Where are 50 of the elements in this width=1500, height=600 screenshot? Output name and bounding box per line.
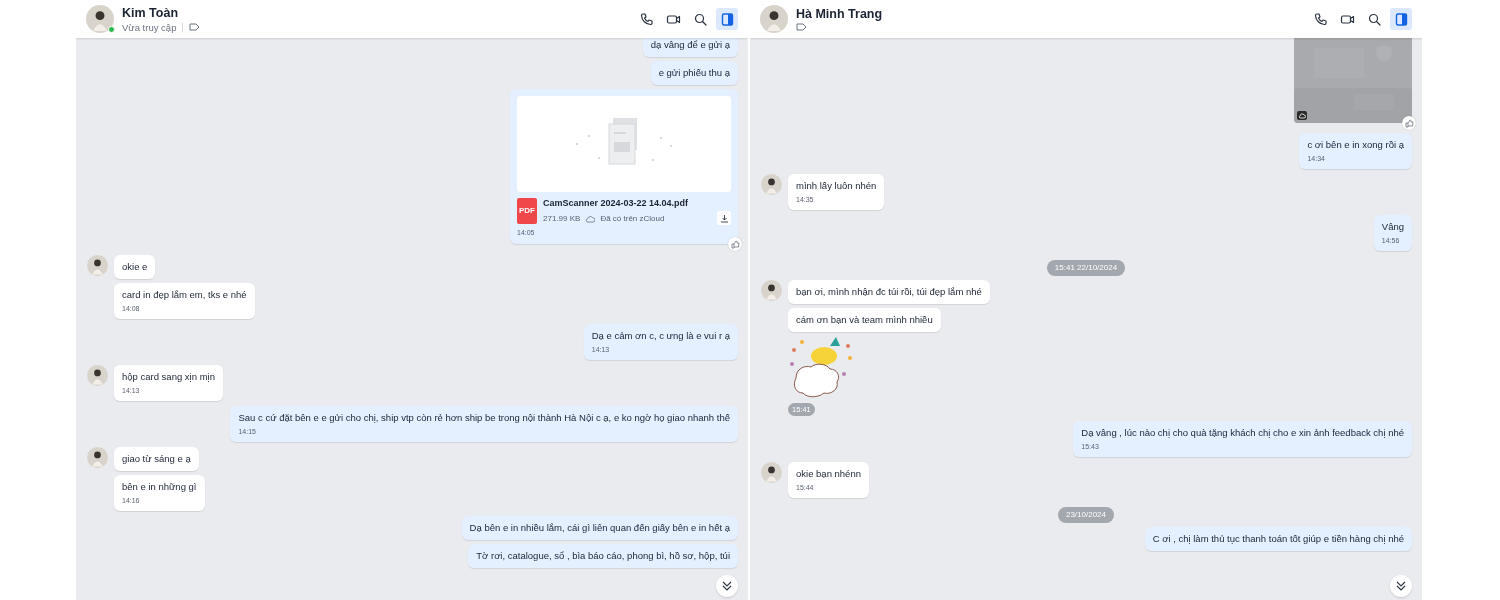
thumbs-up-icon <box>730 239 740 249</box>
tag-icon <box>796 23 807 31</box>
message-text: mình lấy luôn nhén <box>796 180 877 192</box>
phone-icon <box>1312 11 1328 27</box>
message-text: Dạ bên e in nhiều lắm, cái gì liên quan đến giấy bên e in hết ạ <box>469 522 730 534</box>
sidebar-toggle-icon <box>719 11 735 27</box>
message-text: C ơi , chị làm thủ tục thanh toán tốt giúp e tiền hàng chị nhé <box>1152 533 1404 545</box>
avatar <box>86 5 114 33</box>
message-text: e gửi phiếu thu ạ <box>658 67 730 79</box>
last-seen-status: Vừa truy cập <box>122 21 177 33</box>
message-text: Tờ rơi, catalogue, sổ , bìa báo cáo, phong bì, hồ sơ, hộp, túi <box>476 550 730 562</box>
message-text: bạn ơi, mình nhận đc túi rồi, túi đẹp lắm nhé <box>796 286 982 298</box>
cloud-icon <box>1297 111 1307 120</box>
contact-name: Kim Toàn <box>122 5 180 20</box>
message-text: card in đẹp lắm em, tks e nhé <box>122 289 247 301</box>
thumbs-up-icon <box>1404 118 1414 128</box>
message-text: dạ vâng để e gửi ạ <box>650 39 730 51</box>
phone-icon <box>638 11 654 27</box>
message-text: giao từ sáng e ạ <box>122 453 191 465</box>
message-text: okie bạn nhénn <box>796 468 861 480</box>
date-separator: 23/10/2024 <box>1057 507 1114 523</box>
message-text: okie e <box>122 261 148 273</box>
download-button[interactable] <box>717 211 731 225</box>
double-chevron-down-icon <box>721 580 733 592</box>
storage-status: Đã có trên zCloud <box>600 213 665 225</box>
reaction-button[interactable] <box>1402 116 1416 130</box>
sidebar-toggle-button[interactable] <box>716 8 738 30</box>
message-text: Vâng <box>1381 221 1404 233</box>
search-icon <box>692 11 708 27</box>
double-chevron-down-icon <box>1395 580 1407 592</box>
sidebar-toggle-button[interactable] <box>1390 8 1412 30</box>
date-separator: 15:41 22/10/2024 <box>1046 260 1126 276</box>
file-type-icon: PDF <box>517 198 537 224</box>
message-text: c ơi bên e in xong rồi ạ <box>1307 139 1404 151</box>
message-text: Dạ vâng , lúc nào chị cho quà tặng khách chị cho e xin ảnh feedback chị nhé <box>1081 427 1404 439</box>
message-text: Sau c cứ đặt bên e e gửi cho chị, ship vtp còn rẻ hơn ship be trong nội thành Hà Nội c ạ, e ko ngờ họ giao nhanh thế <box>238 412 730 424</box>
search-icon <box>1366 11 1382 27</box>
tag-icon <box>189 23 201 31</box>
scroll-down-button[interactable] <box>716 575 738 597</box>
contact-name: Hà Minh Trang <box>796 7 884 21</box>
file-size: 271.99 KB <box>543 213 581 225</box>
message-text: Dạ e cảm ơn c, c ưng là e vui r ạ <box>591 330 730 342</box>
scroll-down-button[interactable] <box>1390 575 1412 597</box>
sidebar-toggle-icon <box>1393 11 1409 27</box>
message-text: bên e in những gì <box>122 481 197 493</box>
message-text: hộp card sang xịn mịn <box>122 371 215 383</box>
download-icon <box>719 213 729 223</box>
message-text: cám ơn bạn và team mình nhiều <box>796 314 933 326</box>
cloud-icon <box>585 215 596 223</box>
file-name: CamScanner 2024-03-22 14.04.pdf <box>543 197 690 209</box>
